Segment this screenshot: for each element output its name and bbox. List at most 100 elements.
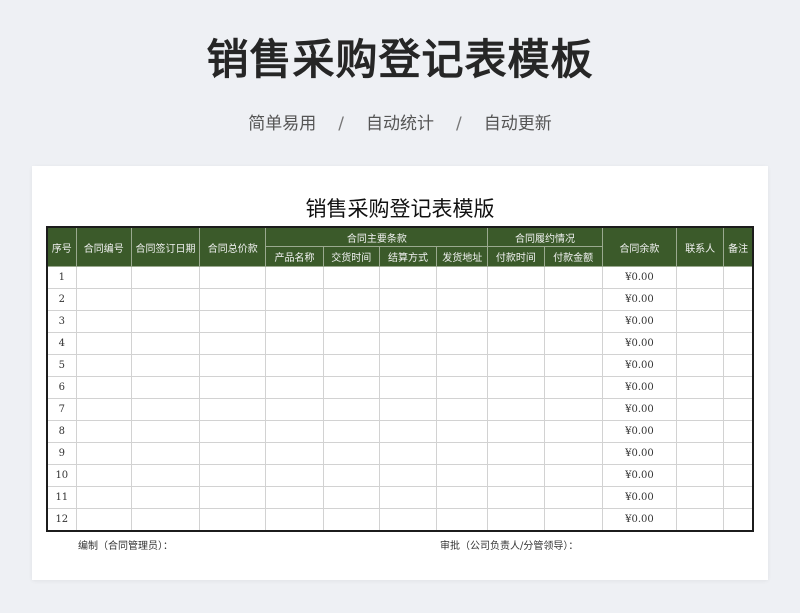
cell-ship-address[interactable] (436, 398, 489, 421)
cell-seq[interactable]: 9 (46, 442, 77, 465)
cell-total-price[interactable] (199, 310, 267, 333)
cell-contract-no[interactable] (75, 420, 132, 443)
cell-total-price[interactable] (199, 508, 267, 532)
cell-seq[interactable]: 7 (46, 398, 77, 421)
cell-settlement[interactable] (378, 332, 438, 355)
cell-delivery-time[interactable] (322, 486, 380, 509)
cell-ship-address[interactable] (436, 288, 489, 311)
cell-payment-time[interactable] (487, 420, 545, 443)
cell-product-name[interactable] (265, 420, 324, 443)
cell-payment-amount[interactable] (543, 420, 603, 443)
cell-sign-date[interactable] (130, 266, 201, 289)
cell-payment-amount[interactable] (543, 508, 603, 532)
cell-total-price[interactable] (199, 486, 267, 509)
cell-payment-time[interactable] (487, 442, 545, 465)
cell-balance[interactable]: ¥0.00 (601, 310, 678, 333)
cell-product-name[interactable] (265, 398, 324, 421)
cell-contract-no[interactable] (75, 354, 132, 377)
cell-contact[interactable] (676, 486, 725, 509)
cell-ship-address[interactable] (436, 508, 489, 532)
cell-delivery-time[interactable] (322, 310, 380, 333)
cell-ship-address[interactable] (436, 266, 489, 289)
cell-remark[interactable] (723, 464, 754, 487)
cell-total-price[interactable] (199, 464, 267, 487)
cell-balance[interactable]: ¥0.00 (601, 354, 678, 377)
cell-payment-amount[interactable] (543, 354, 603, 377)
cell-contract-no[interactable] (75, 310, 132, 333)
cell-total-price[interactable] (199, 398, 267, 421)
cell-ship-address[interactable] (436, 310, 489, 333)
cell-contract-no[interactable] (75, 464, 132, 487)
cell-sign-date[interactable] (130, 464, 201, 487)
cell-contract-no[interactable] (75, 332, 132, 355)
cell-total-price[interactable] (199, 266, 267, 289)
cell-ship-address[interactable] (436, 354, 489, 377)
cell-contract-no[interactable] (75, 288, 132, 311)
cell-sign-date[interactable] (130, 376, 201, 399)
cell-contact[interactable] (676, 420, 725, 443)
cell-payment-time[interactable] (487, 310, 545, 333)
cell-contact[interactable] (676, 354, 725, 377)
cell-product-name[interactable] (265, 288, 324, 311)
cell-seq[interactable]: 11 (46, 486, 77, 509)
cell-balance[interactable]: ¥0.00 (601, 332, 678, 355)
cell-remark[interactable] (723, 508, 754, 532)
cell-payment-time[interactable] (487, 376, 545, 399)
cell-settlement[interactable] (378, 464, 438, 487)
cell-balance[interactable]: ¥0.00 (601, 442, 678, 465)
cell-payment-amount[interactable] (543, 398, 603, 421)
cell-balance[interactable]: ¥0.00 (601, 464, 678, 487)
cell-sign-date[interactable] (130, 354, 201, 377)
cell-total-price[interactable] (199, 332, 267, 355)
cell-contract-no[interactable] (75, 398, 132, 421)
cell-payment-time[interactable] (487, 464, 545, 487)
cell-payment-amount[interactable] (543, 288, 603, 311)
cell-balance[interactable]: ¥0.00 (601, 376, 678, 399)
cell-contract-no[interactable] (75, 266, 132, 289)
cell-sign-date[interactable] (130, 310, 201, 333)
cell-delivery-time[interactable] (322, 398, 380, 421)
cell-contact[interactable] (676, 376, 725, 399)
cell-contact[interactable] (676, 398, 725, 421)
cell-delivery-time[interactable] (322, 354, 380, 377)
cell-settlement[interactable] (378, 486, 438, 509)
cell-remark[interactable] (723, 398, 754, 421)
cell-settlement[interactable] (378, 442, 438, 465)
cell-sign-date[interactable] (130, 398, 201, 421)
cell-ship-address[interactable] (436, 486, 489, 509)
cell-remark[interactable] (723, 266, 754, 289)
cell-ship-address[interactable] (436, 442, 489, 465)
cell-balance[interactable]: ¥0.00 (601, 486, 678, 509)
cell-payment-time[interactable] (487, 266, 545, 289)
cell-delivery-time[interactable] (322, 376, 380, 399)
cell-sign-date[interactable] (130, 486, 201, 509)
cell-contract-no[interactable] (75, 376, 132, 399)
cell-total-price[interactable] (199, 354, 267, 377)
cell-payment-amount[interactable] (543, 332, 603, 355)
cell-delivery-time[interactable] (322, 332, 380, 355)
cell-remark[interactable] (723, 442, 754, 465)
cell-seq[interactable]: 6 (46, 376, 77, 399)
cell-seq[interactable]: 2 (46, 288, 77, 311)
cell-remark[interactable] (723, 376, 754, 399)
cell-remark[interactable] (723, 332, 754, 355)
cell-balance[interactable]: ¥0.00 (601, 420, 678, 443)
cell-contact[interactable] (676, 288, 725, 311)
cell-contract-no[interactable] (75, 486, 132, 509)
cell-contact[interactable] (676, 310, 725, 333)
cell-sign-date[interactable] (130, 420, 201, 443)
cell-delivery-time[interactable] (322, 288, 380, 311)
cell-product-name[interactable] (265, 266, 324, 289)
cell-total-price[interactable] (199, 420, 267, 443)
cell-remark[interactable] (723, 354, 754, 377)
cell-contract-no[interactable] (75, 442, 132, 465)
cell-total-price[interactable] (199, 442, 267, 465)
cell-seq[interactable]: 10 (46, 464, 77, 487)
cell-sign-date[interactable] (130, 332, 201, 355)
cell-settlement[interactable] (378, 310, 438, 333)
cell-total-price[interactable] (199, 288, 267, 311)
cell-contact[interactable] (676, 332, 725, 355)
cell-payment-amount[interactable] (543, 442, 603, 465)
cell-sign-date[interactable] (130, 288, 201, 311)
cell-settlement[interactable] (378, 376, 438, 399)
